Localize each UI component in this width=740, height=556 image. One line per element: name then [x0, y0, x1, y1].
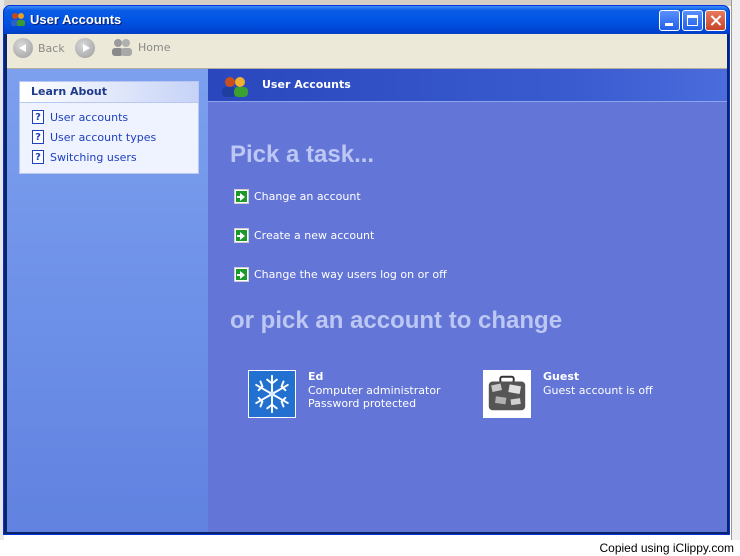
learn-item-user-account-types[interactable]: ? User account types	[20, 127, 198, 147]
home-button[interactable]: Home	[111, 38, 170, 56]
help-icon: ?	[32, 130, 44, 144]
account-name: Guest	[543, 370, 580, 383]
back-label: Back	[38, 41, 65, 55]
account-ed[interactable]: Ed Computer administrator Password prote…	[248, 370, 441, 418]
task-change-account[interactable]: Change an account	[234, 189, 361, 204]
account-status: Guest account is off	[543, 384, 653, 397]
back-button[interactable]: Back	[13, 38, 65, 58]
home-users-icon	[112, 39, 132, 56]
user-accounts-icon	[222, 77, 248, 97]
snowflake-icon	[248, 370, 296, 418]
main-pane: User Accounts Pick a task... Change an a…	[208, 69, 727, 532]
title-bar[interactable]: User Accounts	[4, 6, 729, 34]
task-label: Change an account	[254, 190, 361, 203]
content-area: Learn About ? User accounts ? User accou…	[7, 69, 727, 532]
main-header: User Accounts	[208, 69, 727, 102]
minimize-button[interactable]	[659, 10, 680, 31]
task-label: Create a new account	[254, 229, 375, 242]
user-accounts-window: User Accounts Back Home Learn About ? Us…	[3, 5, 730, 535]
navigation-toolbar: Back Home	[7, 34, 727, 69]
account-details: Ed Computer administrator Password prote…	[308, 370, 441, 418]
window-title: User Accounts	[30, 12, 122, 27]
forward-arrow-icon	[75, 38, 95, 58]
close-button[interactable]	[705, 10, 726, 31]
back-arrow-icon	[13, 38, 33, 58]
task-label: Change the way users log on or off	[254, 268, 447, 281]
account-status: Password protected	[308, 397, 417, 410]
learn-item-user-accounts[interactable]: ? User accounts	[20, 107, 198, 127]
learn-about-box: Learn About ? User accounts ? User accou…	[19, 81, 199, 174]
account-guest[interactable]: Guest Guest account is off	[483, 370, 653, 418]
learn-item-label: User accounts	[50, 110, 129, 124]
desktop-background-right	[731, 0, 740, 540]
help-icon: ?	[32, 110, 44, 124]
green-arrow-icon	[234, 267, 249, 282]
pick-account-heading: or pick an account to change	[230, 307, 563, 334]
green-arrow-icon	[234, 228, 249, 243]
learn-item-label: Switching users	[50, 150, 137, 164]
account-type: Computer administrator	[308, 384, 441, 397]
task-change-logon[interactable]: Change the way users log on or off	[234, 267, 447, 282]
account-name: Ed	[308, 370, 324, 383]
watermark-caption: Copied using iClippy.com	[599, 541, 734, 555]
learn-item-label: User account types	[50, 130, 157, 144]
account-details: Guest Guest account is off	[543, 370, 653, 418]
green-arrow-icon	[234, 189, 249, 204]
maximize-button[interactable]	[682, 10, 703, 31]
user-accounts-app-icon	[11, 13, 25, 26]
home-label: Home	[138, 40, 171, 54]
forward-button[interactable]	[75, 38, 95, 58]
help-icon: ?	[32, 150, 44, 164]
learn-about-heading: Learn About	[20, 82, 198, 103]
task-create-account[interactable]: Create a new account	[234, 228, 374, 243]
main-header-title: User Accounts	[262, 78, 351, 91]
suitcase-icon	[483, 370, 531, 418]
learn-item-switching-users[interactable]: ? Switching users	[20, 147, 198, 167]
pick-task-heading: Pick a task...	[230, 141, 375, 168]
task-pane: Learn About ? User accounts ? User accou…	[7, 69, 208, 532]
